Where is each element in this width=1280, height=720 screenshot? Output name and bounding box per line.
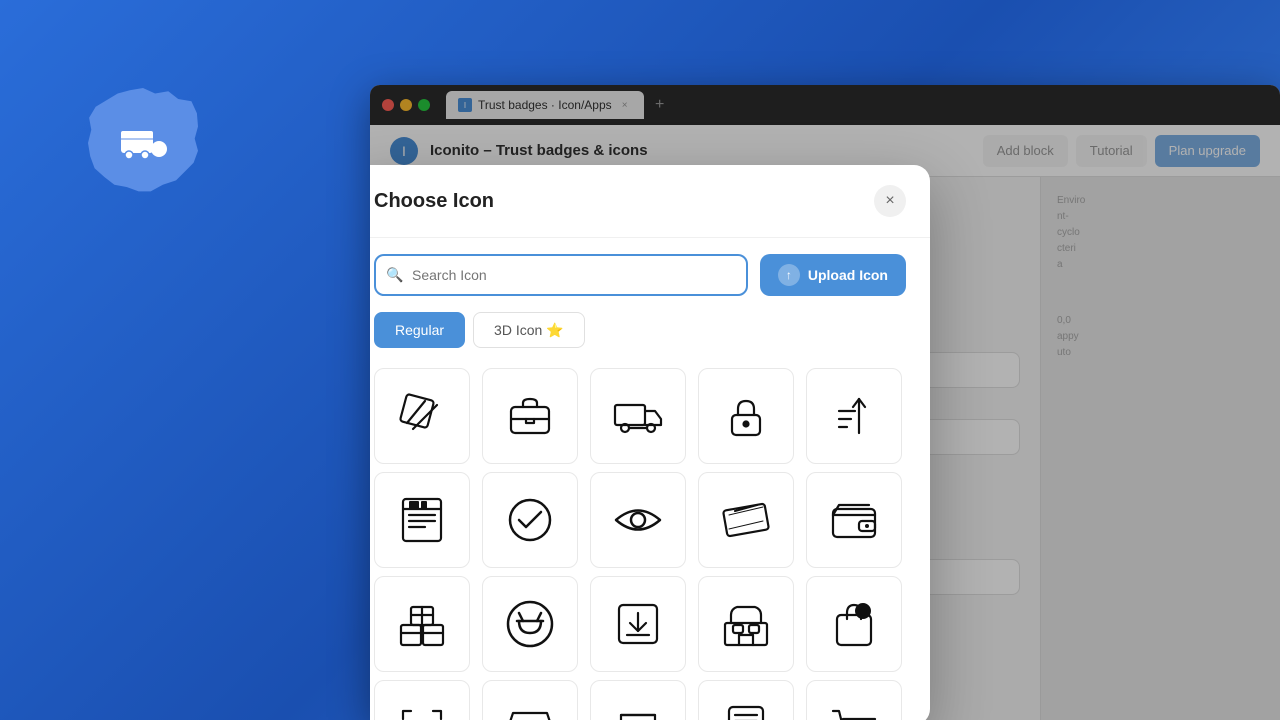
modal-search-row: 🔍 ↑ Upload Icon — [370, 238, 930, 312]
storefront-icon[interactable] — [590, 680, 686, 720]
modal-tabs: Regular 3D Icon ⭐ — [370, 312, 930, 360]
cart-down-icon[interactable] — [806, 680, 902, 720]
shopping-bag-icon[interactable]: + — [806, 576, 902, 672]
modal-close-button[interactable]: × — [874, 185, 906, 217]
store-icon[interactable] — [482, 680, 578, 720]
svg-text:+: + — [860, 607, 866, 618]
modal-overlay: Choose Icon × 🔍 ↑ Upload Icon R — [370, 85, 1280, 720]
upload-label: Upload Icon — [808, 267, 888, 283]
shop-icon[interactable] — [698, 576, 794, 672]
modal-close-icon: × — [885, 192, 894, 210]
eye-icon[interactable] — [590, 472, 686, 568]
delivery-truck-icon[interactable] — [590, 368, 686, 464]
checkmark-circle-icon[interactable] — [482, 472, 578, 568]
wallet-icon[interactable] — [806, 472, 902, 568]
desktop-badge — [88, 88, 198, 198]
lock-icon[interactable] — [698, 368, 794, 464]
tab-regular-label: Regular — [395, 322, 444, 338]
search-icon: 🔍 — [386, 267, 403, 284]
tab-3d-label: 3D Icon ⭐ — [494, 322, 564, 339]
modal-header: Choose Icon × — [370, 165, 930, 238]
document-icon[interactable] — [374, 472, 470, 568]
packages-icon[interactable] — [374, 576, 470, 672]
sort-list-icon[interactable] — [806, 368, 902, 464]
briefcase-icon[interactable] — [482, 368, 578, 464]
upload-arrow-icon: ↑ — [778, 264, 800, 286]
search-wrapper: 🔍 — [374, 254, 748, 296]
scan-icon[interactable] — [374, 680, 470, 720]
pos-icon[interactable] — [698, 680, 794, 720]
basket-circle-icon[interactable] — [482, 576, 578, 672]
icons-grid: + — [370, 360, 930, 720]
ticket-icon[interactable] — [698, 472, 794, 568]
tab-3d[interactable]: 3D Icon ⭐ — [473, 312, 585, 348]
modal-title: Choose Icon — [374, 190, 494, 213]
browser-window: I Trust badges · Icon/Apps × + I Iconito… — [370, 85, 1280, 720]
badge-icon — [88, 88, 198, 198]
search-input[interactable] — [374, 254, 748, 296]
label-tag-icon[interactable] — [374, 368, 470, 464]
choose-icon-modal: Choose Icon × 🔍 ↑ Upload Icon R — [370, 165, 930, 720]
upload-icon-button[interactable]: ↑ Upload Icon — [760, 254, 906, 296]
tab-regular[interactable]: Regular — [374, 312, 465, 348]
download-box-icon[interactable] — [590, 576, 686, 672]
